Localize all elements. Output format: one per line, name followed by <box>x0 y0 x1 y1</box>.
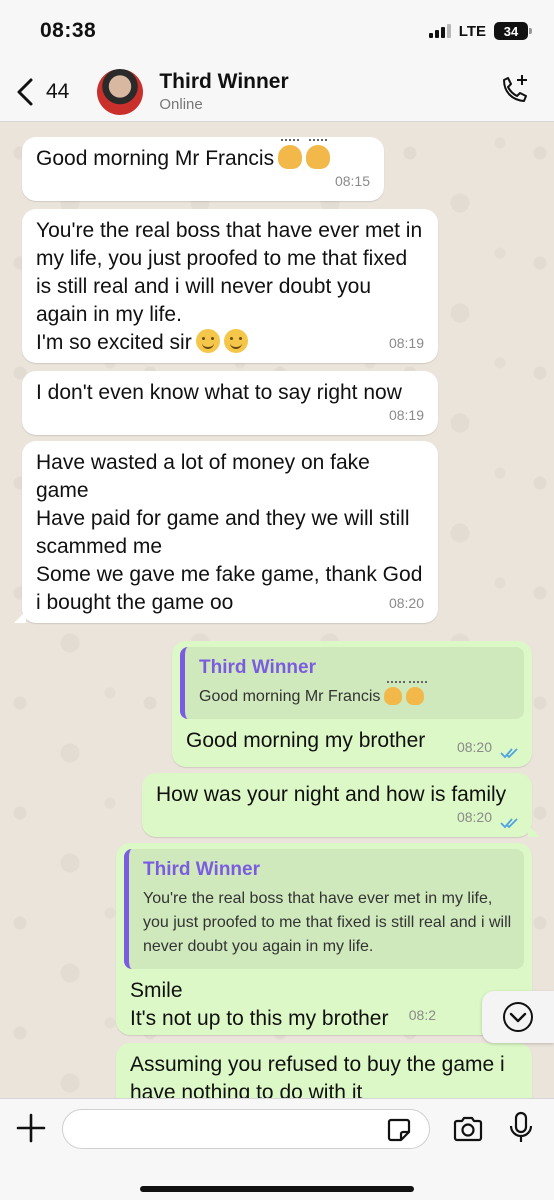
microphone-icon <box>509 1111 533 1142</box>
person-bowing-icon <box>278 139 303 169</box>
input-bar <box>0 1098 554 1200</box>
camera-icon <box>453 1116 483 1142</box>
network-label: LTE <box>458 22 486 40</box>
quoted-text: You're the real boss that have ever met … <box>143 890 512 955</box>
message-outgoing[interactable]: Third Winner Good morning Mr Francis Goo… <box>172 641 532 767</box>
status-indicators: LTE 34 <box>428 22 532 40</box>
message-time: 08:19 <box>388 407 424 423</box>
message-incoming[interactable]: You're the real boss that have ever met … <box>22 209 438 363</box>
message-outgoing[interactable]: Third Winner You're the real boss that h… <box>116 843 532 1035</box>
message-time: 08:20 <box>388 595 424 611</box>
message-text: I'm so excited sir <box>36 331 192 354</box>
chevron-down-icon <box>503 1002 533 1032</box>
smiling-face-icon <box>195 329 220 353</box>
message-text: Good morning Mr Francis <box>36 147 275 170</box>
quoted-sender: Third Winner <box>143 859 260 880</box>
microphone-button[interactable] <box>508 1111 534 1150</box>
person-bowing-icon <box>406 681 428 705</box>
person-bowing-icon <box>384 681 406 705</box>
message-time: 08:15 <box>334 173 370 189</box>
message-text: I don't even know what to say right now <box>36 381 402 404</box>
signal-icon <box>428 24 451 38</box>
plus-icon <box>16 1113 46 1143</box>
battery-icon: 34 <box>494 22 532 40</box>
message-text: Assuming you refused to buy the game i h… <box>130 1053 511 1098</box>
status-time: 08:38 <box>40 19 97 42</box>
back-button[interactable]: 44 <box>16 77 69 107</box>
status-bar: 08:38 LTE 34 <box>0 0 554 62</box>
message-text: Smile It's not up to this my brother <box>130 979 389 1030</box>
quoted-text: Good morning Mr Francis <box>199 688 381 705</box>
sticker-icon <box>387 1118 411 1142</box>
chat-area[interactable]: Good morning Mr Francis 08:15 You're the… <box>0 123 554 1098</box>
quoted-message[interactable]: Third Winner You're the real boss that h… <box>124 849 524 969</box>
message-time: 08:20 <box>456 739 492 755</box>
home-indicator <box>140 1186 414 1192</box>
bubble-tail <box>14 611 26 623</box>
battery-level: 34 <box>503 23 519 39</box>
message-time: 08:20 <box>456 809 492 825</box>
scroll-down-button[interactable] <box>482 991 554 1043</box>
bubble-tail <box>528 825 540 837</box>
avatar[interactable] <box>97 68 144 115</box>
message-input[interactable] <box>62 1109 430 1149</box>
message-text: Have wasted a lot of money on fake game … <box>36 451 423 614</box>
chevron-left-icon <box>17 78 33 105</box>
contact-status: Online <box>159 96 203 113</box>
message-outgoing[interactable]: How was your night and how is family 08:… <box>142 773 540 837</box>
smiling-face-icon <box>223 329 248 353</box>
contact-info[interactable]: Third Winner Online <box>159 70 288 113</box>
message-time: 08:19 <box>388 335 424 351</box>
call-button[interactable] <box>498 72 530 111</box>
message-outgoing[interactable]: Assuming you refused to buy the game i h… <box>116 1043 532 1098</box>
quoted-sender: Third Winner <box>199 657 316 678</box>
message-incoming[interactable]: Good morning Mr Francis 08:15 <box>22 137 384 201</box>
chat-header: 44 Third Winner Online <box>0 62 554 122</box>
contact-name: Third Winner <box>159 70 289 93</box>
person-bowing-icon <box>306 139 331 169</box>
sticker-button[interactable] <box>386 1117 412 1148</box>
message-time: 08:2 <box>408 1007 436 1023</box>
camera-button[interactable] <box>452 1115 484 1148</box>
phone-plus-icon <box>503 75 527 102</box>
double-check-icon <box>500 748 518 759</box>
unread-count: 44 <box>46 79 70 103</box>
quoted-message[interactable]: Third Winner Good morning Mr Francis <box>180 647 524 719</box>
message-incoming[interactable]: Have wasted a lot of money on fake game … <box>14 441 438 623</box>
double-check-icon <box>500 818 518 829</box>
attach-button[interactable] <box>14 1111 48 1150</box>
message-text: You're the real boss that have ever met … <box>36 219 428 326</box>
message-incoming[interactable]: I don't even know what to say right now … <box>22 371 438 435</box>
